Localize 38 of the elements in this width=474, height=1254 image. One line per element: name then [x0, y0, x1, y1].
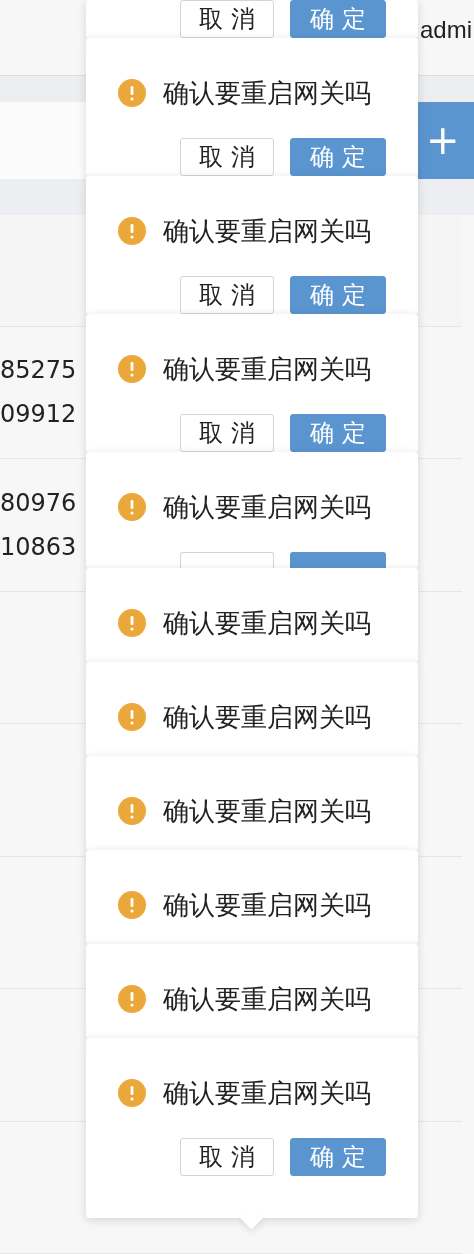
confirm-message: 确认要重启网关吗 [163, 888, 371, 922]
confirm-message: 确认要重启网关吗 [163, 490, 371, 524]
warning-icon [118, 985, 146, 1013]
warning-icon [118, 703, 146, 731]
cancel-button[interactable] [180, 552, 274, 568]
confirm-button[interactable]: 确 定 [290, 1138, 386, 1176]
warning-icon [118, 79, 146, 107]
confirm-button[interactable]: 确 定 [290, 0, 386, 38]
confirm-message: 确认要重启网关吗 [163, 1076, 371, 1110]
user-name: admi [420, 15, 474, 44]
warning-icon [118, 217, 146, 245]
warning-icon [118, 1079, 146, 1107]
cancel-button[interactable]: 取 消 [180, 414, 274, 452]
table-cell-text: 10863 [0, 531, 78, 563]
confirm-message: 确认要重启网关吗 [163, 352, 371, 386]
warning-icon [118, 609, 146, 637]
cancel-button[interactable]: 取 消 [180, 0, 274, 38]
confirm-message: 确认要重启网关吗 [163, 700, 371, 734]
confirm-message: 确认要重启网关吗 [163, 794, 371, 828]
table-cell-text: 09912 [0, 399, 78, 431]
warning-icon [118, 891, 146, 919]
table-cell-text: 85275 [0, 355, 78, 387]
add-button[interactable]: + [418, 101, 474, 179]
warning-icon [118, 493, 146, 521]
cancel-button[interactable]: 取 消 [180, 138, 274, 176]
confirm-button[interactable]: 确 定 [290, 138, 386, 176]
warning-icon [118, 797, 146, 825]
cancel-button[interactable]: 取 消 [180, 276, 274, 314]
confirm-button[interactable]: 确 定 [290, 276, 386, 314]
cancel-button[interactable]: 取 消 [180, 1138, 274, 1176]
confirm-message: 确认要重启网关吗 [163, 982, 371, 1016]
confirm-message: 确认要重启网关吗 [163, 214, 371, 248]
confirm-button[interactable]: 确 定 [290, 414, 386, 452]
confirm-message: 确认要重启网关吗 [163, 76, 371, 110]
confirm-message: 确认要重启网关吗 [163, 606, 371, 640]
confirm-button[interactable] [290, 552, 386, 568]
table-cell-text: 80976 [0, 487, 78, 519]
warning-icon [118, 355, 146, 383]
